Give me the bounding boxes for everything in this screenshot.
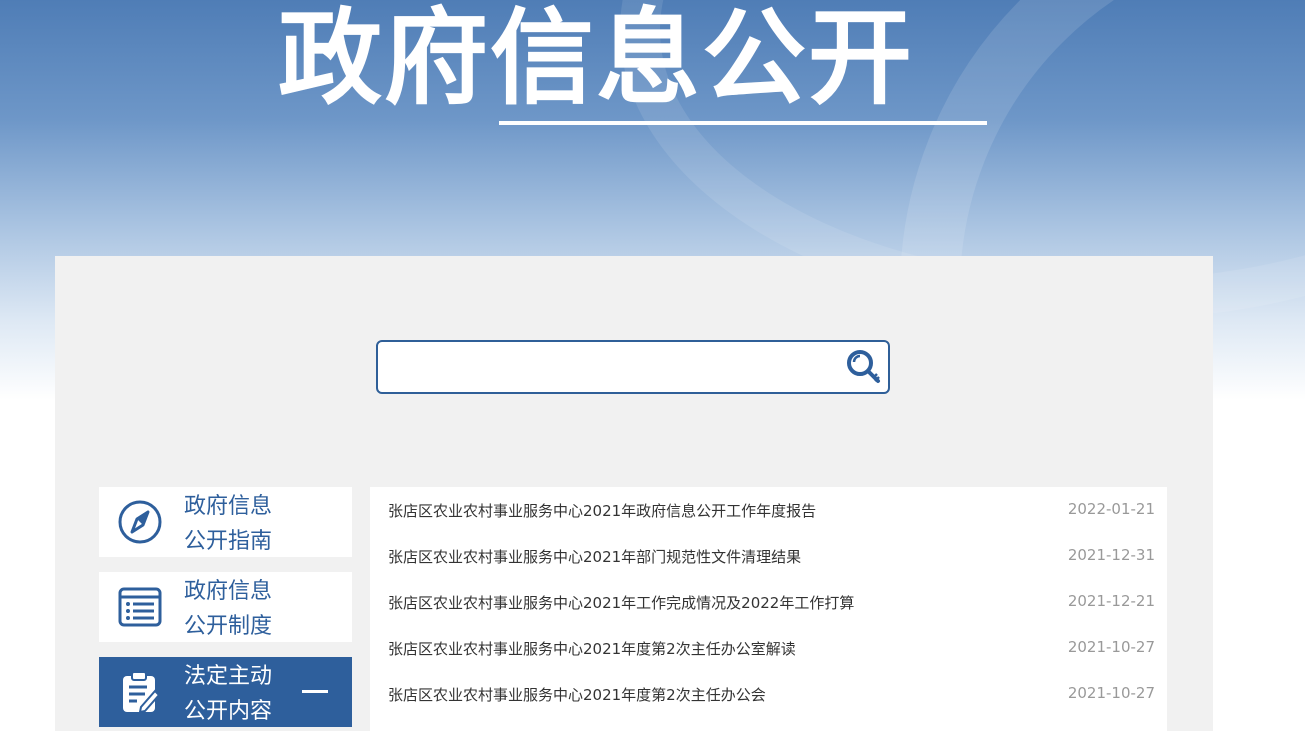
- sidebar-item-system[interactable]: 政府信息 公开制度: [99, 572, 352, 642]
- search-key-icon: [847, 350, 880, 383]
- sidebar-item-label: 政府信息: [184, 494, 273, 519]
- news-date: 2021-10-27: [1067, 684, 1155, 702]
- news-title-link[interactable]: 张店区农业农村事业服务中心2021年度第2次主任办公室解读: [388, 638, 796, 659]
- sidebar-item-active-content[interactable]: 法定主动 公开内容: [99, 657, 352, 727]
- sidebar-item-label: 公开内容: [184, 699, 273, 724]
- search-button[interactable]: [844, 348, 884, 386]
- compass-icon: [118, 500, 162, 544]
- news-title-link[interactable]: 张店区农业农村事业服务中心2021年政府信息公开工作年度报告: [388, 500, 816, 521]
- page-title: 政府信息公开: [278, 0, 915, 119]
- collapse-minus-icon[interactable]: [302, 690, 328, 693]
- title-underline: [499, 121, 987, 125]
- sidebar-item-guide[interactable]: 政府信息 公开指南: [99, 487, 352, 557]
- news-date: 2021-10-27: [1067, 638, 1155, 656]
- list-item[interactable]: 张店区农业农村事业服务中心2021年政府信息公开工作年度报告 2022-01-2…: [370, 487, 1167, 533]
- news-title-link[interactable]: 张店区农业农村事业服务中心2021年度第2次主任办公会: [388, 684, 766, 705]
- news-date: 2021-12-31: [1067, 546, 1155, 564]
- list-item[interactable]: 张店区农业农村事业服务中心2021年工作完成情况及2022年工作打算 2021-…: [370, 579, 1167, 625]
- list-item[interactable]: 张店区农业农村事业服务中心2021年度第2次主任办公会 2021-10-27: [370, 671, 1167, 717]
- news-list: 张店区农业农村事业服务中心2021年政府信息公开工作年度报告 2022-01-2…: [370, 487, 1167, 731]
- list-item[interactable]: 张店区农业农村事业服务中心2021年度第2次主任办公室解读 2021-10-27: [370, 625, 1167, 671]
- sidebar-item-label: 公开制度: [184, 614, 273, 639]
- list-item[interactable]: 张店区农业农村事业服务中心2021年部门规范性文件清理结果 2021-12-31: [370, 533, 1167, 579]
- sidebar-item-label: 政府信息: [184, 579, 273, 604]
- news-title-link[interactable]: 张店区农业农村事业服务中心2021年工作完成情况及2022年工作打算: [388, 592, 854, 613]
- news-title-link[interactable]: 张店区农业农村事业服务中心2021年部门规范性文件清理结果: [388, 546, 801, 567]
- clipboard-edit-icon: [123, 671, 161, 714]
- news-date: 2022-01-21: [1067, 500, 1155, 518]
- news-date: 2021-12-21: [1067, 592, 1155, 610]
- search-input[interactable]: [388, 348, 832, 386]
- search-bar: [376, 340, 890, 394]
- sidebar-item-label: 法定主动: [184, 664, 273, 689]
- content-panel: 政府信息 公开指南 政府信息 公开制度 法定主动 公开内容 张店区农业农村事业服…: [55, 256, 1213, 731]
- sidebar-item-label: 公开指南: [184, 529, 273, 554]
- list-document-icon: [118, 587, 162, 627]
